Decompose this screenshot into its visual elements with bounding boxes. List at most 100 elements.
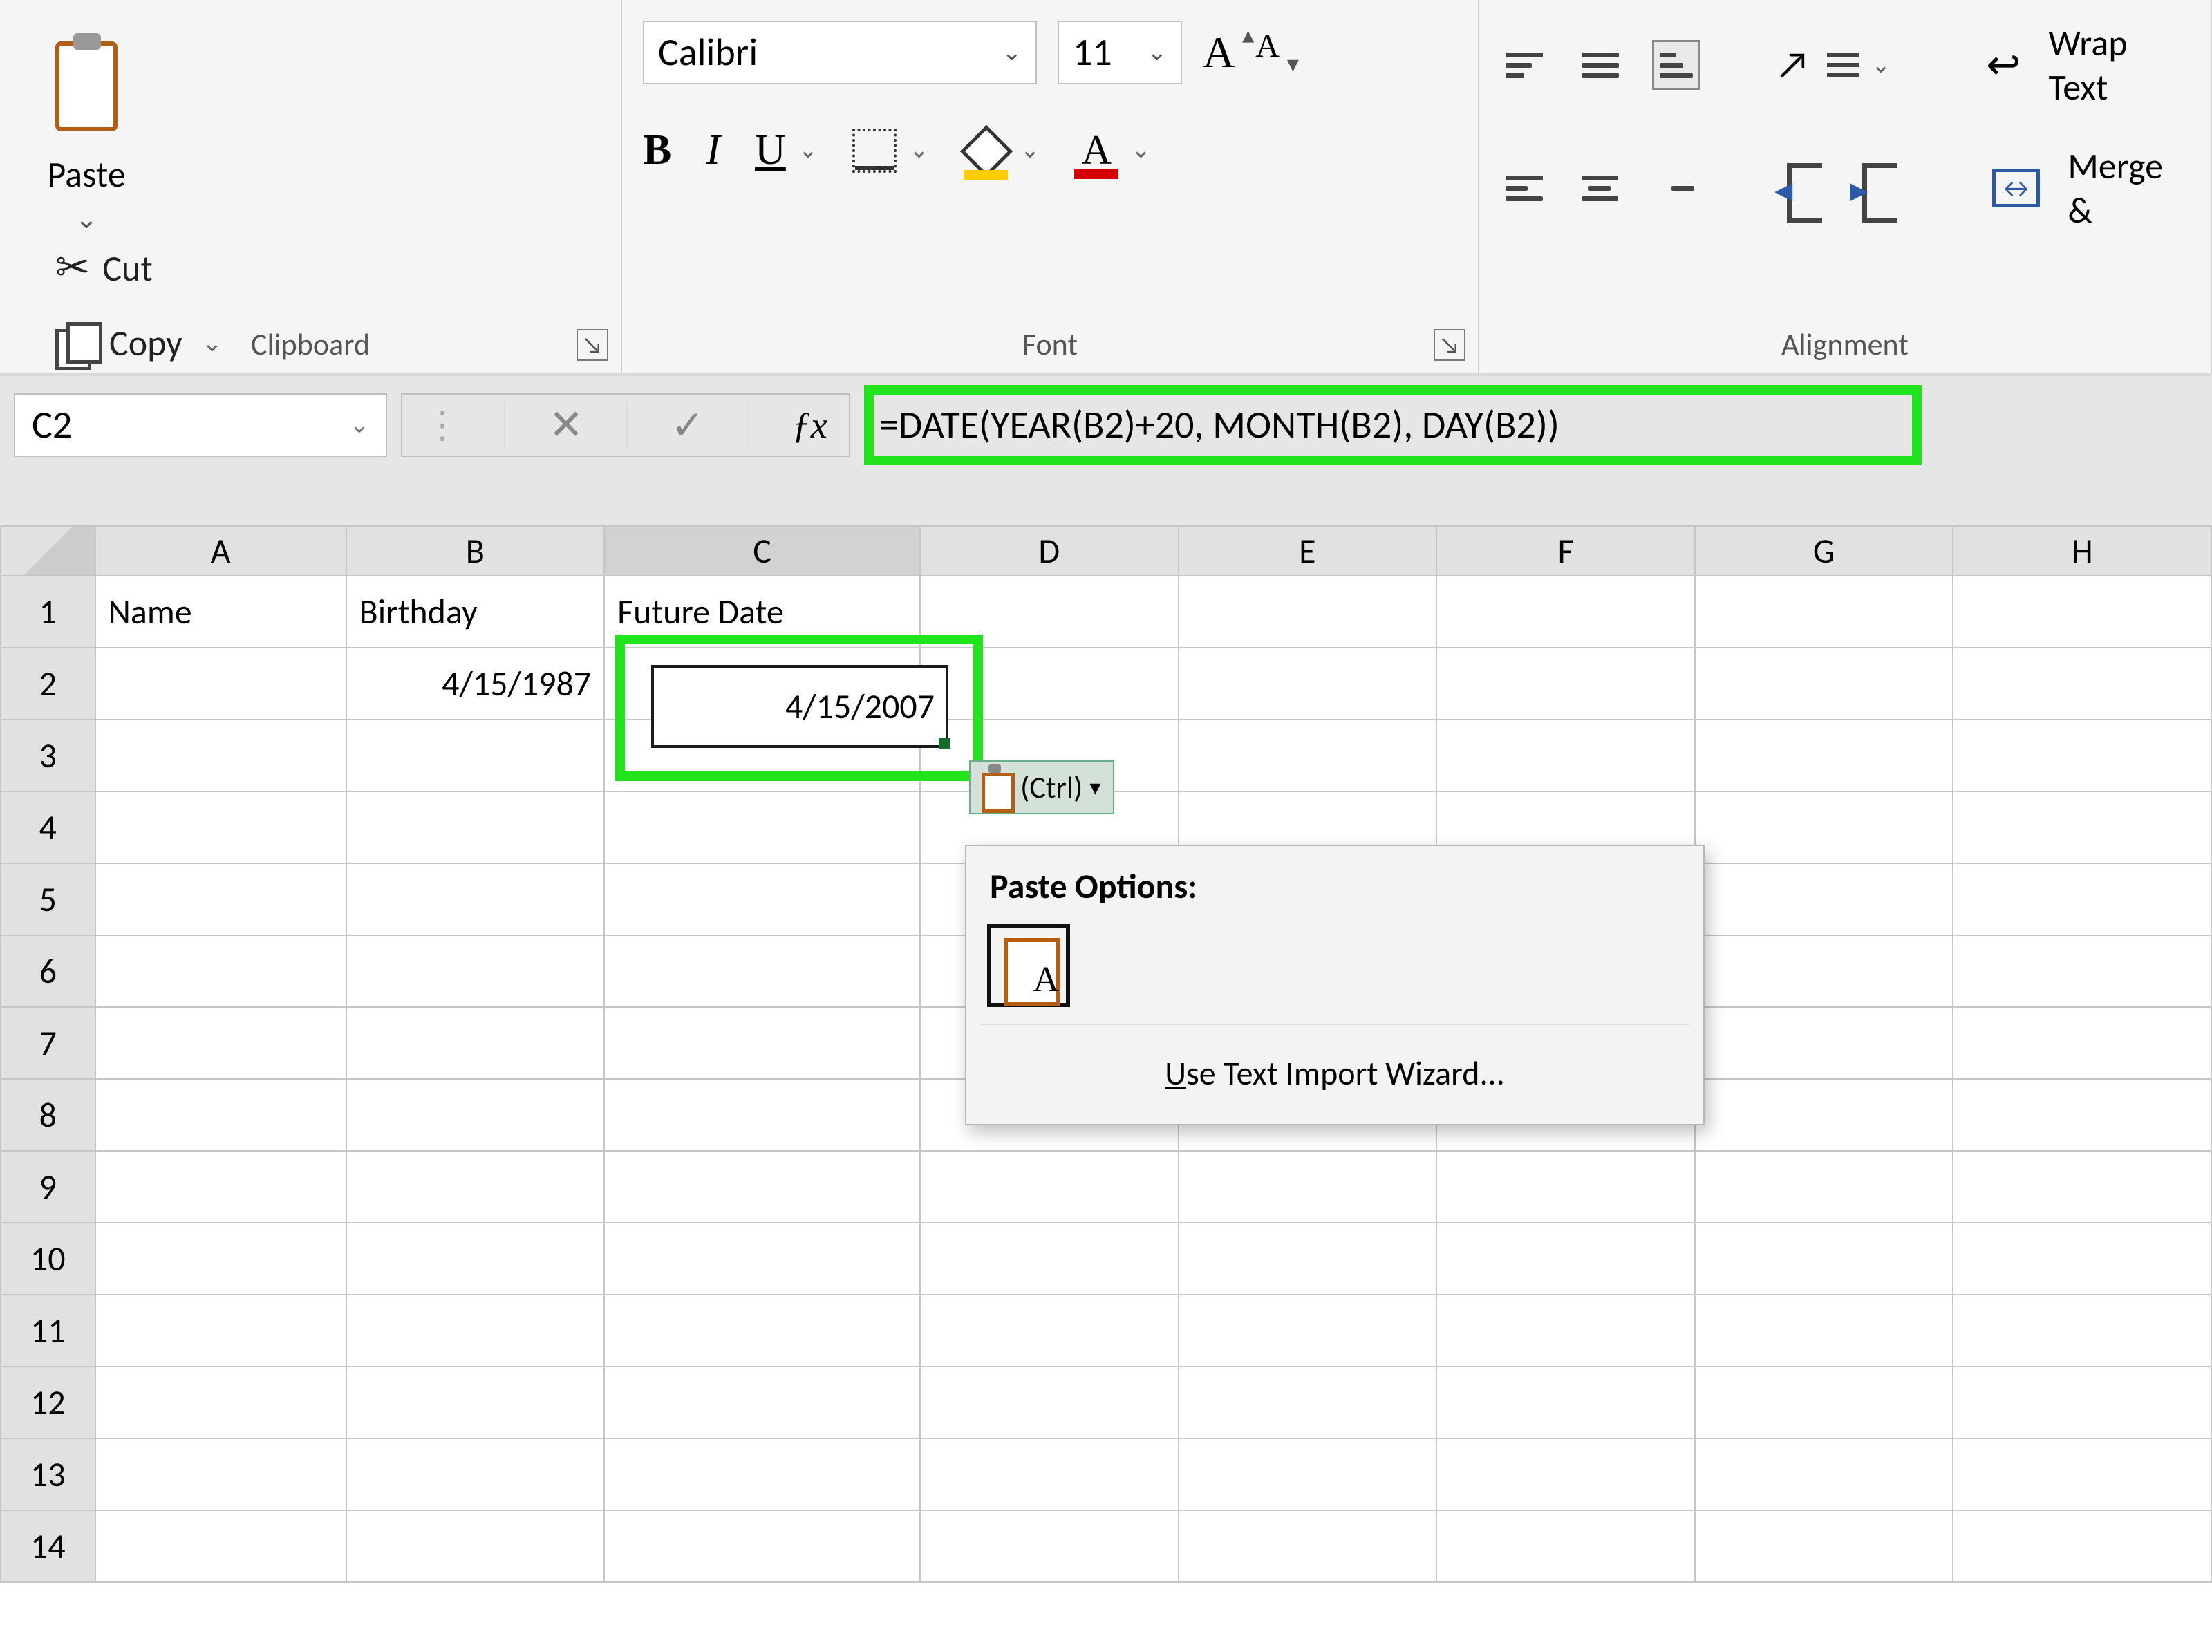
cell-G8[interactable]: [1695, 1079, 1953, 1151]
decrease-font-size-button[interactable]: A: [1255, 27, 1280, 78]
cell-B2[interactable]: 4/15/1987: [346, 648, 605, 720]
col-header-H[interactable]: H: [1953, 526, 2211, 576]
cell-A11[interactable]: [95, 1295, 346, 1367]
row-header-10[interactable]: 10: [1, 1223, 95, 1295]
cell-C5[interactable]: [604, 863, 920, 935]
cell-F1[interactable]: [1436, 576, 1695, 648]
cell-F12[interactable]: [1436, 1367, 1695, 1438]
cell-H11[interactable]: [1953, 1295, 2211, 1367]
row-header-2[interactable]: 2: [1, 648, 95, 720]
cell-F11[interactable]: [1436, 1295, 1695, 1367]
active-cell-C2[interactable]: 4/15/2007: [651, 665, 948, 748]
cell-H2[interactable]: [1953, 648, 2211, 720]
cell-E13[interactable]: [1179, 1438, 1437, 1510]
cell-B6[interactable]: [346, 935, 605, 1007]
row-header-3[interactable]: 3: [1, 720, 95, 791]
cell-D1[interactable]: [920, 576, 1179, 648]
col-header-F[interactable]: F: [1436, 526, 1695, 576]
col-header-C[interactable]: C: [604, 526, 920, 576]
cell-F3[interactable]: [1436, 720, 1695, 791]
cell-H10[interactable]: [1953, 1223, 2211, 1295]
cell-D10[interactable]: [920, 1223, 1179, 1295]
cell-G11[interactable]: [1695, 1295, 1953, 1367]
cell-C4[interactable]: [604, 791, 920, 863]
cell-A4[interactable]: [95, 791, 346, 863]
cell-B14[interactable]: [346, 1510, 605, 1582]
font-color-button[interactable]: A⌄: [1074, 126, 1151, 175]
cell-A13[interactable]: [95, 1438, 346, 1510]
cell-H13[interactable]: [1953, 1438, 2211, 1510]
cell-B4[interactable]: [346, 791, 605, 863]
paste-option-keep-text[interactable]: [987, 924, 1070, 1007]
align-left-button[interactable]: [1500, 163, 1548, 213]
cell-G13[interactable]: [1695, 1438, 1953, 1510]
align-top-button[interactable]: [1500, 40, 1548, 90]
cell-A14[interactable]: [95, 1510, 346, 1582]
align-bottom-button[interactable]: [1652, 40, 1700, 90]
italic-button[interactable]: I: [706, 126, 720, 175]
cell-E1[interactable]: [1179, 576, 1437, 648]
bold-button[interactable]: B: [643, 126, 671, 175]
col-header-G[interactable]: G: [1695, 526, 1953, 576]
decrease-indent-button[interactable]: [1774, 163, 1822, 213]
row-header-5[interactable]: 5: [1, 863, 95, 935]
cell-G5[interactable]: [1695, 863, 1953, 935]
cell-H6[interactable]: [1953, 935, 2211, 1007]
col-header-B[interactable]: B: [346, 526, 605, 576]
font-size-combo[interactable]: 11 ⌄: [1058, 21, 1182, 84]
select-all-corner[interactable]: [1, 526, 95, 576]
fill-color-button[interactable]: ⌄: [964, 129, 1040, 173]
cell-D2[interactable]: [920, 648, 1179, 720]
cell-E14[interactable]: [1179, 1510, 1437, 1582]
cell-H14[interactable]: [1953, 1510, 2211, 1582]
cancel-formula-button[interactable]: ✕: [549, 400, 583, 451]
cell-G3[interactable]: [1695, 720, 1953, 791]
cell-A10[interactable]: [95, 1223, 346, 1295]
cell-B1[interactable]: Birthday: [346, 576, 605, 648]
cell-G14[interactable]: [1695, 1510, 1953, 1582]
cell-G7[interactable]: [1695, 1007, 1953, 1079]
col-header-A[interactable]: A: [95, 526, 346, 576]
cell-E11[interactable]: [1179, 1295, 1437, 1367]
cell-D14[interactable]: [920, 1510, 1179, 1582]
cell-G6[interactable]: [1695, 935, 1953, 1007]
row-header-4[interactable]: 4: [1, 791, 95, 863]
cell-H4[interactable]: [1953, 791, 2211, 863]
cell-A5[interactable]: [95, 863, 346, 935]
cell-H12[interactable]: [1953, 1367, 2211, 1438]
cell-H1[interactable]: [1953, 576, 2211, 648]
cell-B10[interactable]: [346, 1223, 605, 1295]
row-header-6[interactable]: 6: [1, 935, 95, 1007]
cell-C13[interactable]: [604, 1438, 920, 1510]
row-header-14[interactable]: 14: [1, 1510, 95, 1582]
enter-formula-button[interactable]: ✓: [671, 401, 705, 450]
cell-B8[interactable]: [346, 1079, 605, 1151]
cell-C6[interactable]: [604, 935, 920, 1007]
clipboard-dialog-launcher[interactable]: [577, 329, 608, 361]
cell-B5[interactable]: [346, 863, 605, 935]
cut-button[interactable]: Cut: [55, 243, 600, 293]
row-header-12[interactable]: 12: [1, 1367, 95, 1438]
increase-indent-button[interactable]: [1850, 163, 1897, 213]
cell-F9[interactable]: [1436, 1151, 1695, 1223]
align-middle-button[interactable]: [1576, 40, 1624, 90]
cell-E9[interactable]: [1179, 1151, 1437, 1223]
cell-C11[interactable]: [604, 1295, 920, 1367]
cell-A6[interactable]: [95, 935, 346, 1007]
text-import-wizard-item[interactable]: Use Text Import Wizard...: [966, 1025, 1703, 1124]
cell-B11[interactable]: [346, 1295, 605, 1367]
cell-D9[interactable]: [920, 1151, 1179, 1223]
cell-E12[interactable]: [1179, 1367, 1437, 1438]
cell-B7[interactable]: [346, 1007, 605, 1079]
cell-G12[interactable]: [1695, 1367, 1953, 1438]
cell-H9[interactable]: [1953, 1151, 2211, 1223]
cell-H3[interactable]: [1953, 720, 2211, 791]
orientation-button[interactable]: ⌄: [1776, 41, 1891, 88]
cell-B13[interactable]: [346, 1438, 605, 1510]
borders-button[interactable]: ⌄: [852, 129, 929, 173]
cell-A8[interactable]: [95, 1079, 346, 1151]
row-header-11[interactable]: 11: [1, 1295, 95, 1367]
increase-font-size-button[interactable]: A: [1203, 27, 1235, 78]
cell-A3[interactable]: [95, 720, 346, 791]
paste-button[interactable]: Paste ⌄: [28, 14, 145, 236]
